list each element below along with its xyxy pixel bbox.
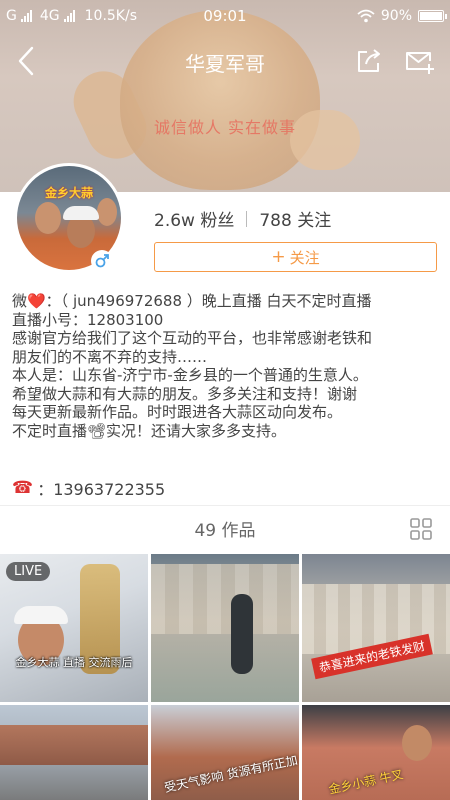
work-thumbnail-3[interactable]: 恭喜进来的老铁发财 — [302, 554, 450, 702]
work-thumbnail-6[interactable]: 金乡小蒜 牛叉 — [302, 705, 450, 800]
thumbnail-caption: 金乡小蒜 牛叉 — [327, 767, 405, 797]
person-image — [402, 725, 432, 761]
bio-line: 感谢官方给我们了这个互动的平台，也非常感谢老铁和 — [12, 329, 373, 347]
bio-line: 直播小号：12803100 — [12, 310, 164, 329]
work-thumbnail-4[interactable] — [0, 705, 148, 800]
follow-label: 关注 — [289, 248, 320, 267]
battery-fill — [420, 12, 442, 20]
follow-button[interactable]: + 关注 — [154, 242, 437, 272]
thumbnail-caption: 受天气影响 货源有所正加 — [163, 753, 299, 795]
status-bar: G 4G 10.5K/s 09:01 90% — [0, 0, 450, 32]
stats-divider — [246, 210, 248, 227]
grid-view-icon[interactable] — [410, 518, 432, 540]
title-bar: 华夏军哥 — [0, 38, 450, 84]
garlic-sacks-image — [151, 564, 299, 634]
banner-mascot — [120, 10, 320, 190]
status-time: 09:01 — [203, 7, 247, 25]
avatar-label: 金乡大蒜 — [44, 186, 93, 200]
profile-stats: 2.6w 粉丝 788 关注 — [154, 206, 331, 231]
phone-number: ：13963722355 — [37, 480, 166, 499]
thumbnail-caption: 金乡大蒜 直播 交流雨后 — [15, 656, 133, 669]
streamer-cap-image — [14, 606, 68, 624]
share-button[interactable] — [354, 46, 384, 76]
worker-image — [231, 594, 253, 674]
work-thumbnail-2[interactable] — [151, 554, 299, 702]
fans-count[interactable]: 2.6w 粉丝 — [154, 206, 234, 231]
avatar-person-3 — [97, 198, 117, 226]
truck-image — [0, 725, 148, 765]
works-grid: LIVE 金乡大蒜 直播 交流雨后 恭喜进来的老铁发财 受天气影响 货源有所正加… — [0, 554, 450, 800]
banner-slogan: 诚信做人 实在做事 — [153, 118, 297, 137]
works-count: 49 作品 — [194, 521, 256, 541]
work-thumbnail-1[interactable]: LIVE 金乡大蒜 直播 交流雨后 — [0, 554, 148, 702]
avatar-cap — [63, 206, 99, 220]
live-badge: LIVE — [6, 562, 51, 581]
bio-line: 希望做大蒜和有大蒜的朋友。多多关注和支持！谢谢 — [12, 384, 358, 403]
work-thumbnail-5[interactable]: 受天气影响 货源有所正加 — [151, 705, 299, 800]
following-count[interactable]: 788 关注 — [259, 206, 331, 231]
message-button[interactable] — [404, 48, 436, 76]
male-gender-icon — [91, 250, 113, 272]
mail-plus-icon — [406, 52, 434, 74]
works-bar: 49 作品 — [0, 505, 450, 549]
plus-icon: + — [271, 247, 286, 267]
profile-bio: 微❤️：（ jun496972688 ）晚上直播 白天不定时直播 直播小号：12… — [12, 292, 440, 440]
phone-row[interactable]: ☎ ：13963722355 — [12, 476, 165, 500]
bio-line: 本人是：山东省-济宁市-金乡县的一个普通的生意人。 — [12, 366, 368, 384]
bio-line: 每天更新最新作品。时时跟进各大蒜区动向发布。 — [12, 403, 343, 421]
telephone-icon: ☎ — [12, 478, 34, 498]
bio-line: 微❤️：（ jun496972688 ）晚上直播 白天不定时直播 — [12, 292, 372, 310]
bio-line: 朋友们的不离不弃的支持…… — [12, 347, 208, 366]
battery-icon — [418, 10, 447, 22]
share-icon — [358, 49, 380, 72]
bio-line: 不定时直播📽实况！还请大家多多支持。 — [12, 421, 287, 440]
avatar-person-1 — [35, 202, 61, 234]
